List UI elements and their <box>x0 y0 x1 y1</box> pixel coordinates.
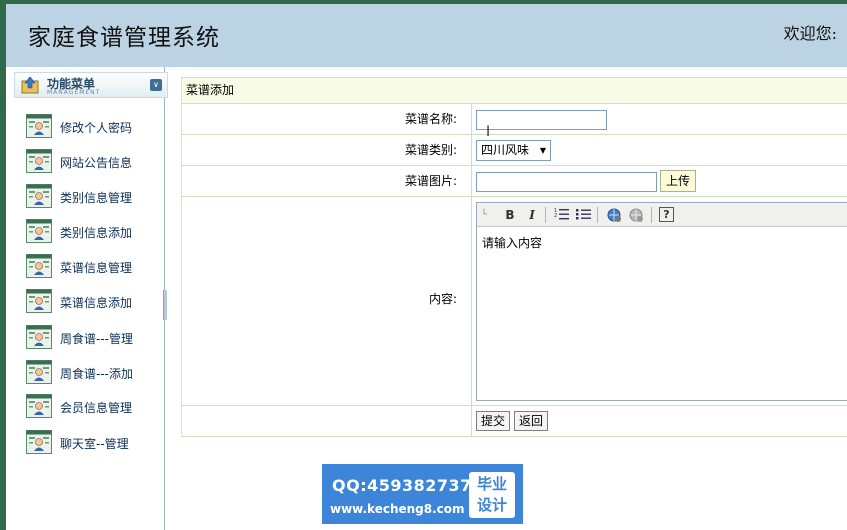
svg-text:2: 2 <box>554 213 557 219</box>
sidebar-item-label: 周食谱---管理 <box>60 332 133 346</box>
sidebar-item-label: 聊天室--管理 <box>60 437 129 451</box>
sidebar: 功能菜单 MANAGEMENT ∨ 修改个人密码 网站公告信息 类别信息管理 类别信息… <box>0 67 168 530</box>
watermark-site: www.kecheng8.com <box>330 502 465 516</box>
sidebar-item[interactable]: 修改个人密码 <box>26 112 166 142</box>
editor-content-area[interactable]: 请输入内容 <box>482 234 542 251</box>
sidebar-item-label: 会员信息管理 <box>60 401 133 415</box>
sidebar-item[interactable]: 网站公告信息 <box>26 147 166 177</box>
sidebar-item-label: 类别信息管理 <box>60 191 133 205</box>
sidebar-item-label: 周食谱---添加 <box>60 367 133 381</box>
back-button[interactable]: 返回 <box>514 411 549 431</box>
sidebar-item[interactable]: 菜谱信息添加 <box>26 287 166 317</box>
sidebar-item-label: 菜谱信息添加 <box>60 296 133 310</box>
sidebar-item-label: 网站公告信息 <box>60 156 133 170</box>
user-card-icon <box>26 219 52 243</box>
menu-subtitle: MANAGEMENT <box>47 89 101 96</box>
toolbar-grip-icon: └ <box>481 210 487 220</box>
sidebar-item-label: 类别信息添加 <box>60 226 133 240</box>
welcome-text: 欢迎您: <box>783 24 837 43</box>
italic-button[interactable]: I <box>523 207 541 223</box>
image-path-input[interactable] <box>476 172 657 192</box>
sidebar-item[interactable]: 类别信息添加 <box>26 217 166 247</box>
sidebar-item[interactable]: 聊天室--管理 <box>26 428 166 458</box>
ordered-list-icon[interactable]: 12 <box>553 207 571 223</box>
watermark-qq: QQ:459382737 <box>332 476 472 495</box>
category-label: 菜谱类别: <box>182 135 472 165</box>
editor-toolbar: └ B I 12 ? <box>477 203 847 227</box>
menu-folder-icon <box>21 76 39 94</box>
form-row-actions: 提交 返回 <box>181 406 847 437</box>
user-card-icon <box>26 289 52 313</box>
menu-header: 功能菜单 MANAGEMENT ∨ <box>14 72 168 98</box>
name-label: 菜谱名称: <box>182 104 472 134</box>
user-card-icon <box>26 394 52 418</box>
sidebar-splitter-handle[interactable] <box>163 290 167 320</box>
form-caption: 菜谱添加 <box>181 78 847 104</box>
submit-button[interactable]: 提交 <box>476 411 511 431</box>
user-card-icon <box>26 184 52 208</box>
bold-button[interactable]: B <box>501 207 519 223</box>
form-row-category: 菜谱类别: 四川风味 ▼ <box>181 135 847 166</box>
content-label: 内容: <box>182 197 472 405</box>
text-cursor-icon: Ⅰ <box>486 124 491 140</box>
unordered-list-icon[interactable] <box>575 207 593 223</box>
user-card-icon <box>26 430 52 454</box>
rich-text-editor: └ B I 12 ? 请输入内容 <box>476 202 847 401</box>
help-icon[interactable]: ? <box>659 207 674 222</box>
category-selected-value: 四川风味 <box>481 143 530 157</box>
dropdown-arrow-icon: ▼ <box>539 146 546 155</box>
sidebar-item[interactable]: 菜谱信息管理 <box>26 252 166 282</box>
sidebar-item[interactable]: 类别信息管理 <box>26 182 166 212</box>
sidebar-item-label: 菜谱信息管理 <box>60 261 133 275</box>
upload-button[interactable]: 上传 <box>660 170 697 192</box>
form-row-image: 菜谱图片: 上传 <box>181 166 847 197</box>
sidebar-item[interactable]: 会员信息管理 <box>26 392 166 422</box>
app-title: 家庭食谱管理系统 <box>28 25 220 51</box>
insert-link-icon[interactable] <box>605 207 623 223</box>
watermark-tag: 毕业 设计 <box>469 472 515 518</box>
user-card-icon <box>26 325 52 349</box>
app-header: 家庭食谱管理系统 欢迎您: <box>0 4 847 67</box>
form-row-content: 内容: └ B I 12 ? 请输入内容 <box>181 197 847 406</box>
category-select[interactable]: 四川风味 ▼ <box>476 140 551 161</box>
unlink-icon[interactable] <box>627 207 645 223</box>
user-card-icon <box>26 149 52 173</box>
recipe-add-form: 菜谱添加 菜谱名称: 菜谱类别: 四川风味 ▼ 菜谱图片: 上传 内容: └ B… <box>181 77 847 437</box>
sidebar-item-label: 修改个人密码 <box>60 121 133 135</box>
watermark-badge: QQ:459382737 www.kecheng8.com 毕业 设计 <box>322 464 523 524</box>
user-card-icon <box>26 254 52 278</box>
image-label: 菜谱图片: <box>182 166 472 196</box>
collapse-chevron-icon[interactable]: ∨ <box>150 79 162 91</box>
user-card-icon <box>26 360 52 384</box>
sidebar-item[interactable]: 周食谱---管理 <box>26 323 166 353</box>
sidebar-item[interactable]: 周食谱---添加 <box>26 358 166 388</box>
recipe-name-input[interactable] <box>476 110 607 130</box>
form-row-name: 菜谱名称: <box>181 104 847 135</box>
user-card-icon <box>26 114 52 138</box>
